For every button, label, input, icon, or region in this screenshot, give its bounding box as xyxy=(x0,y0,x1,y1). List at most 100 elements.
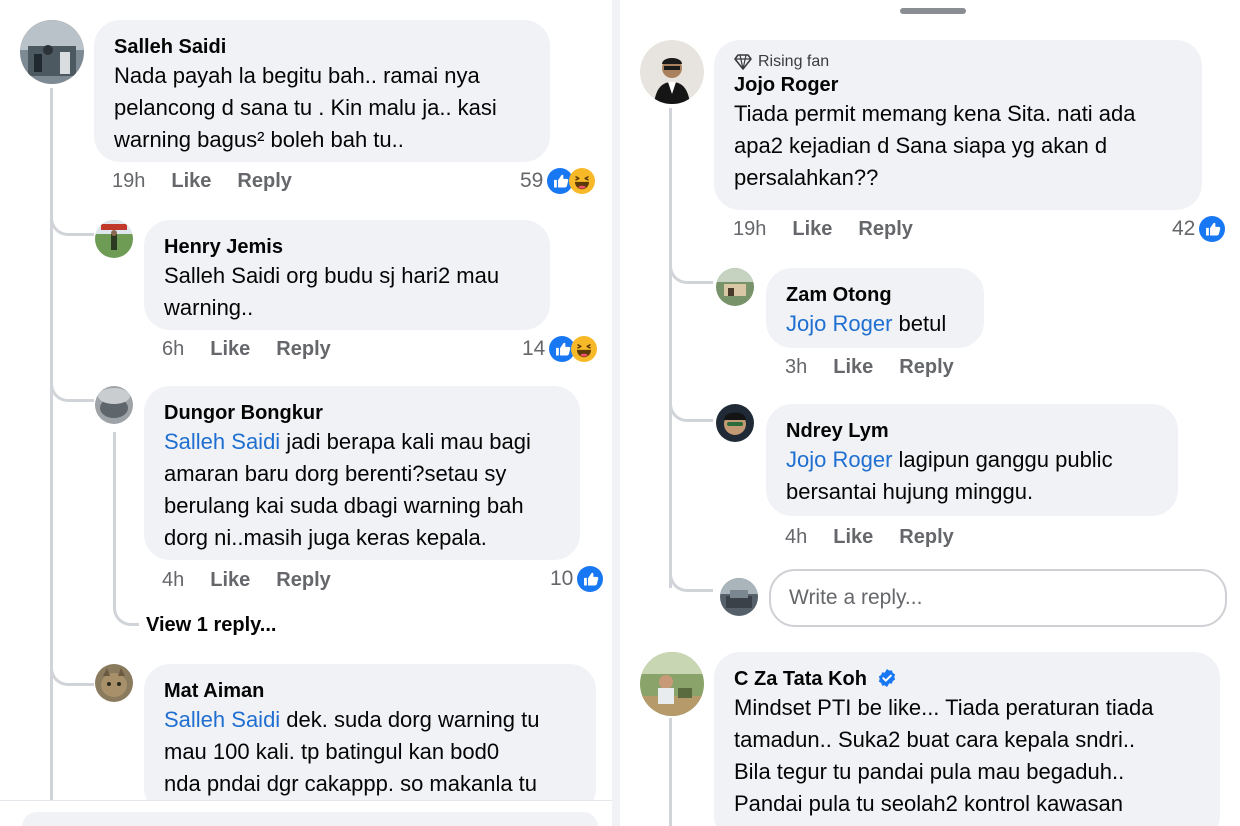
reply-button[interactable]: Reply xyxy=(276,569,330,592)
avatar[interactable] xyxy=(640,652,704,716)
avatar[interactable] xyxy=(640,40,704,104)
avatar[interactable] xyxy=(20,20,84,84)
comment-text-line: Salleh Saidi org budu sj hari2 mau xyxy=(164,263,500,288)
reply-connector xyxy=(669,562,713,592)
comment-text-line: Salleh Saidi jadi berapa kali mau bagi xyxy=(164,426,560,458)
reaction-count: 42 xyxy=(1172,217,1196,240)
comment-bubble: Rising fan Jojo Roger Tiada permit meman… xyxy=(714,40,1202,210)
mention-link[interactable]: Jojo Roger xyxy=(786,311,892,336)
comment-text-line: Jojo Roger betul xyxy=(786,308,964,340)
comment-text-line: amaran baru dorg berenti?setau sy xyxy=(164,461,507,486)
comment-text-line: warning bagus² boleh bah tu.. xyxy=(114,127,404,152)
comment-actions: 19h Like Reply xyxy=(112,170,318,193)
reply-button[interactable]: Reply xyxy=(858,218,912,241)
reply-button[interactable]: Reply xyxy=(276,338,330,361)
thread-line xyxy=(50,88,53,826)
like-button[interactable]: Like xyxy=(210,569,250,592)
comment-text-line: Pandai pula tu seolah2 kontrol kawasan xyxy=(734,791,1123,816)
haha-reaction-icon xyxy=(569,168,595,194)
reaction-summary[interactable]: 10 xyxy=(550,566,603,592)
write-reply-input[interactable]: Write a reply... xyxy=(769,569,1227,627)
commenter-name[interactable]: Ndrey Lym xyxy=(786,418,1158,444)
commenter-name[interactable]: Salleh Saidi xyxy=(114,34,530,60)
comment-text: jadi berapa kali mau bagi xyxy=(280,429,531,454)
comment-text-line: mau 100 kali. tp batingul kan bod0 xyxy=(164,739,500,764)
mention-link[interactable]: Salleh Saidi xyxy=(164,429,280,454)
badge-label: Rising fan xyxy=(758,53,830,70)
reaction-count: 10 xyxy=(550,567,574,590)
mention-link[interactable]: Jojo Roger xyxy=(786,447,892,472)
reply-connector xyxy=(50,206,94,236)
comment-text-line: persalahkan?? xyxy=(734,165,879,190)
comment-bubble: Salleh Saidi Nada payah la begitu bah.. … xyxy=(94,20,550,162)
avatar[interactable] xyxy=(95,386,133,424)
comment-text-line: Mindset PTI be like... Tiada peraturan t… xyxy=(734,695,1154,720)
comment-text-line: Tiada permit memang kena Sita. nati ada xyxy=(734,101,1136,126)
comment-text-line: Salleh Saidi dek. suda dorg warning tu xyxy=(164,704,576,736)
avatar[interactable] xyxy=(95,220,133,258)
fan-badge: Rising fan xyxy=(734,52,1182,72)
comment-actions: 4h Like Reply xyxy=(785,526,980,549)
comment-text-line: Jojo Roger lagipun ganggu public xyxy=(786,444,1158,476)
reaction-count: 14 xyxy=(522,337,546,360)
avatar[interactable] xyxy=(716,404,754,442)
comment-text-line: Bila tegur tu pandai pula mau begaduh.. xyxy=(734,759,1125,784)
comment-actions: 3h Like Reply xyxy=(785,356,980,379)
reply-connector xyxy=(669,254,713,284)
like-button[interactable]: Like xyxy=(833,356,873,379)
comment-text-line: Nada payah la begitu bah.. ramai nya xyxy=(114,63,480,88)
commenter-name[interactable]: Mat Aiman xyxy=(164,678,576,704)
commenter-name[interactable]: Jojo Roger xyxy=(734,72,1182,98)
composer-bar xyxy=(22,812,598,826)
commenter-name[interactable]: Dungor Bongkur xyxy=(164,400,560,426)
commenter-name[interactable]: Zam Otong xyxy=(786,282,964,308)
comment-actions: 4h Like Reply xyxy=(162,569,357,592)
reply-button[interactable]: Reply xyxy=(899,526,953,549)
comment-text-line: pelancong d sana tu . Kin malu ja.. kasi xyxy=(114,95,497,120)
comment-time: 19h xyxy=(733,218,767,240)
reaction-summary[interactable]: 14 xyxy=(522,336,597,362)
comment-time: 19h xyxy=(112,170,146,192)
view-replies-connector xyxy=(113,596,139,626)
commenter-name[interactable]: Henry Jemis xyxy=(164,234,530,260)
current-user-avatar[interactable] xyxy=(720,578,758,616)
comment-text-line: dorg ni..masih juga keras kepala. xyxy=(164,525,487,550)
thread-line xyxy=(669,718,672,826)
avatar[interactable] xyxy=(716,268,754,306)
like-button[interactable]: Like xyxy=(792,218,832,241)
reaction-summary[interactable]: 59 xyxy=(520,168,595,194)
comment-bubble: C Za Tata Koh Mindset PTI be like... Tia… xyxy=(714,652,1220,826)
comment-time: 4h xyxy=(785,526,808,548)
comment-text-line: bersantai hujung minggu. xyxy=(786,479,1034,504)
reply-button[interactable]: Reply xyxy=(899,356,953,379)
like-button[interactable]: Like xyxy=(210,338,250,361)
reply-connector xyxy=(50,372,94,402)
diamond-icon xyxy=(734,54,752,70)
comment-time: 4h xyxy=(162,569,185,591)
thread-line xyxy=(669,108,672,588)
commenter-name[interactable]: C Za Tata Koh xyxy=(734,668,867,690)
view-replies-link[interactable]: View 1 reply... xyxy=(146,614,276,637)
thread-line xyxy=(113,432,116,610)
avatar[interactable] xyxy=(95,664,133,702)
mention-link[interactable]: Salleh Saidi xyxy=(164,707,280,732)
reply-connector xyxy=(669,392,713,422)
reaction-summary[interactable]: 42 xyxy=(1172,216,1225,242)
comment-time: 3h xyxy=(785,356,808,378)
like-button[interactable]: Like xyxy=(171,170,211,193)
comment-text-line: warning.. xyxy=(164,295,254,320)
reply-button[interactable]: Reply xyxy=(237,170,291,193)
drag-handle[interactable] xyxy=(900,8,966,14)
reaction-count: 59 xyxy=(520,169,544,192)
comment-bubble: Zam Otong Jojo Roger betul xyxy=(766,268,984,348)
like-reaction-icon xyxy=(577,566,603,592)
like-reaction-icon xyxy=(1199,216,1225,242)
comment-text: lagipun ganggu public xyxy=(892,447,1113,472)
comment-text-line: berulang kai suda dbagi warning bah xyxy=(164,493,524,518)
like-button[interactable]: Like xyxy=(833,526,873,549)
verified-badge-icon xyxy=(878,669,895,687)
comment-bubble: Henry Jemis Salleh Saidi org budu sj har… xyxy=(144,220,550,330)
commenter-name-row: C Za Tata Koh xyxy=(734,666,1200,692)
reply-connector xyxy=(50,656,94,686)
comment-text: dek. suda dorg warning tu xyxy=(280,707,540,732)
